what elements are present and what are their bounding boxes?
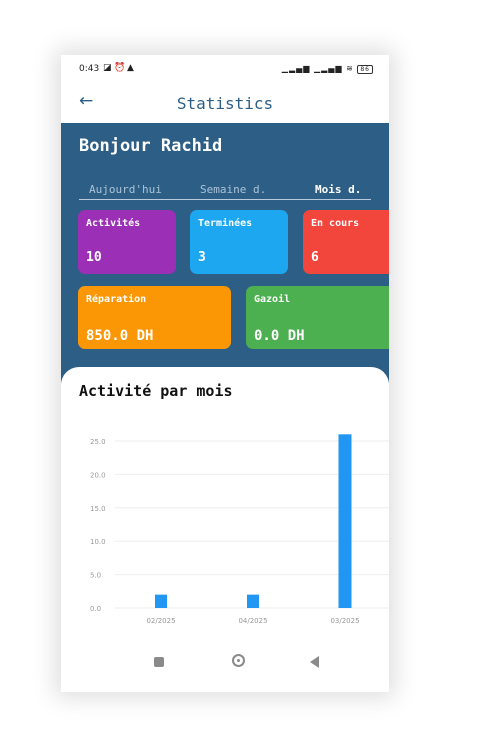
y-tick-label: 5.0: [90, 572, 101, 580]
card-value: 6: [311, 250, 319, 265]
card-activites[interactable]: Activités 10: [78, 210, 176, 274]
status-bar: 0:43 ◪ ⏰ ▲ ▁▂▄▆ ▁▂▄▆ ≋ 86: [61, 55, 389, 85]
card-gazoil[interactable]: Gazoil 0.0 DH: [246, 286, 389, 349]
warning-icon: ▲: [127, 63, 134, 73]
tab-today[interactable]: Aujourd'hui: [89, 183, 162, 196]
status-time: 0:43: [79, 64, 100, 74]
signal-icon: ▁▂▄▆: [281, 64, 311, 73]
battery-icon: 86: [357, 65, 373, 74]
chart-title: Activité par mois: [79, 382, 233, 400]
recents-icon[interactable]: [154, 657, 164, 667]
x-tick-label: 02/2025: [146, 617, 175, 625]
card-label: Terminées: [198, 218, 253, 229]
card-terminees[interactable]: Terminées 3: [190, 210, 288, 274]
x-tick-label: 03/2025: [330, 617, 359, 625]
alarm-icon: ⏰: [114, 63, 126, 73]
tab-week[interactable]: Semaine d.: [200, 183, 266, 196]
nav-bar: [61, 645, 389, 685]
back-icon[interactable]: [310, 656, 319, 668]
chart-bar: [247, 594, 259, 608]
app-bar: ← Statistics: [61, 85, 389, 123]
tab-divider: [79, 199, 371, 200]
y-tick-label: 20.0: [90, 471, 106, 479]
y-tick-label: 25.0: [90, 438, 106, 446]
card-value: 10: [86, 250, 102, 265]
card-label: Activités: [86, 218, 141, 229]
status-icons: ▁▂▄▆ ▁▂▄▆ ≋ 86: [282, 64, 373, 74]
card-reparation[interactable]: Réparation 850.0 DH: [78, 286, 231, 349]
chart-bar: [155, 594, 167, 608]
chart-sheet: Activité par mois 0.0 5.0 10.0 15.0 20.0 25.0…: [61, 367, 389, 692]
card-label: Gazoil: [254, 294, 291, 305]
card-label: Réparation: [86, 294, 147, 305]
header-panel: Bonjour Rachid Aujourd'hui Semaine d. Mo…: [61, 123, 389, 383]
card-label: En cours: [311, 218, 360, 229]
card-value: 3: [198, 250, 206, 265]
signal-icon: ▁▂▄▆: [313, 64, 343, 73]
y-tick-label: 0.0: [90, 605, 101, 613]
x-tick-label: 04/2025: [238, 617, 267, 625]
phone-screen: 0:43 ◪ ⏰ ▲ ▁▂▄▆ ▁▂▄▆ ≋ 86 ← Statistics B…: [61, 55, 389, 692]
card-value: 0.0 DH: [254, 328, 305, 344]
wifi-icon: ≋: [346, 64, 354, 73]
card-en-cours[interactable]: En cours 6: [303, 210, 389, 274]
tab-month[interactable]: Mois d.: [315, 183, 361, 196]
card-value: 850.0 DH: [86, 328, 154, 344]
home-icon[interactable]: [232, 654, 245, 667]
greeting: Bonjour Rachid: [79, 136, 223, 156]
chart-bar: [338, 434, 352, 608]
bar-chart: 0.0 5.0 10.0 15.0 20.0 25.0 02/2025 04/2025 03/2…: [90, 434, 389, 625]
y-tick-label: 10.0: [90, 538, 106, 546]
y-tick-label: 15.0: [90, 505, 106, 513]
gallery-icon: ◪: [103, 63, 112, 73]
page-title: Statistics: [176, 94, 274, 113]
